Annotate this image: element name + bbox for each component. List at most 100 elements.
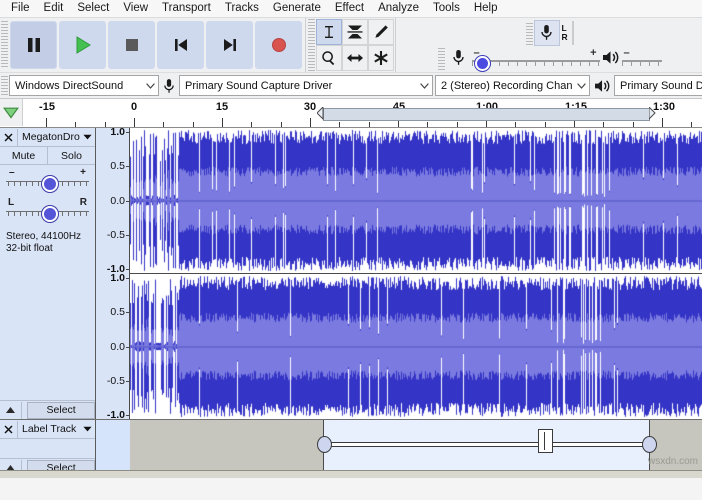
- gain-slider[interactable]: – +: [6, 167, 89, 192]
- playback-device-select[interactable]: Primary Sound D: [614, 75, 702, 96]
- recording-device-select[interactable]: Primary Sound Capture Driver: [179, 75, 433, 96]
- pan-right-label: R: [79, 197, 87, 208]
- close-icon: [4, 133, 13, 141]
- label-selection-region[interactable]: [323, 420, 650, 477]
- label-track-header: Label Track: [0, 420, 95, 439]
- tools-toolbar: [306, 18, 396, 72]
- label-track-name-dropdown[interactable]: Label Track: [18, 423, 95, 435]
- record-icon: [271, 38, 286, 52]
- ruler-label: 1:30: [652, 101, 676, 113]
- mixer-toolbar: – + –: [437, 44, 662, 71]
- recording-meter-grip[interactable]: [525, 23, 533, 45]
- timeline-ruler[interactable]: -15 0 15 30 45 1:00 1:15 1:30: [0, 99, 702, 128]
- track-footer: Select: [0, 400, 95, 419]
- label-track-left-margin: [96, 420, 130, 477]
- ruler-major-tick: [310, 118, 311, 127]
- play-button[interactable]: [59, 21, 106, 69]
- track-format-line-1: Stereo, 44100Hz: [6, 231, 82, 242]
- track-name-dropdown[interactable]: MegatonDro: [18, 131, 95, 143]
- bottom-status-bar: [0, 470, 702, 478]
- recording-meter-scale[interactable]: -54-48-42Click to Start Monitori: [571, 20, 574, 45]
- menu-item-view[interactable]: View: [116, 0, 155, 17]
- menu-item-tracks[interactable]: Tracks: [218, 0, 266, 17]
- menu-item-select[interactable]: Select: [70, 0, 116, 17]
- mute-button[interactable]: Mute: [0, 147, 48, 164]
- multi-tool[interactable]: [368, 45, 394, 71]
- recording-volume-thumb[interactable]: [474, 55, 490, 71]
- pan-slider[interactable]: L R: [6, 197, 89, 222]
- track-name-label: MegatonDro: [22, 131, 80, 143]
- ruler-minor-tick: [369, 122, 370, 127]
- audio-host-select[interactable]: Windows DirectSound: [9, 75, 159, 96]
- ruler-minor-tick: [457, 122, 458, 127]
- playback-device-value: Primary Sound D: [620, 79, 702, 92]
- meter-channel-right: R: [561, 31, 568, 42]
- label-handle-end[interactable]: [642, 436, 657, 453]
- playback-volume-minus-label: –: [623, 46, 630, 59]
- menu-item-help[interactable]: Help: [467, 0, 505, 17]
- play-region-end-handle[interactable]: [649, 107, 656, 120]
- vertical-ruler-tick: [126, 278, 129, 279]
- left-right-arrow-icon: [347, 54, 363, 62]
- vertical-ruler-tick: [126, 269, 129, 270]
- envelope-tool[interactable]: [342, 19, 368, 45]
- draw-tool[interactable]: [368, 19, 394, 45]
- solo-button[interactable]: Solo: [48, 147, 95, 164]
- timeshift-tool[interactable]: [342, 45, 368, 71]
- vertical-ruler-left: 1.0 0.5 0.0 -0.5 -1.0 1.0 0.5 0.0 -0.5 -1.0: [96, 126, 130, 421]
- label-track-body[interactable]: wsxdn.com: [96, 420, 702, 477]
- meter-channel-labels: L R: [561, 23, 571, 42]
- play-region-start-handle[interactable]: [317, 107, 324, 120]
- recording-meter-mic-button[interactable]: [533, 19, 560, 46]
- skip-to-end-button[interactable]: [206, 21, 253, 69]
- menu-item-analyze[interactable]: Analyze: [371, 0, 426, 17]
- close-track-button[interactable]: [0, 128, 18, 146]
- menu-item-generate[interactable]: Generate: [266, 0, 328, 17]
- transport-toolbar-grip[interactable]: [1, 21, 8, 69]
- recording-channels-value: 2 (Stereo) Recording Chan: [441, 79, 573, 92]
- quick-play-button[interactable]: [0, 99, 23, 126]
- skip-to-start-button[interactable]: [157, 21, 204, 69]
- menu-item-file[interactable]: File: [4, 0, 37, 17]
- playback-volume-slider[interactable]: –: [621, 46, 662, 68]
- ruler-major-tick: [46, 118, 47, 127]
- record-button[interactable]: [255, 21, 302, 69]
- recording-channels-select[interactable]: 2 (Stereo) Recording Chan: [435, 75, 590, 96]
- meter-and-mixer-toolbars: L R -54-48-42Click to Start Monitori –: [396, 18, 702, 72]
- vertical-ruler-label: 1.0: [110, 126, 125, 138]
- audio-host-value: Windows DirectSound: [15, 79, 124, 92]
- label-track-name-label: Label Track: [22, 423, 77, 435]
- play-region-bar[interactable]: [323, 108, 650, 121]
- selection-tool[interactable]: [316, 19, 342, 45]
- label-text-cursor[interactable]: [537, 429, 553, 453]
- ruler-minor-tick: [545, 122, 546, 127]
- menu-item-tools[interactable]: Tools: [426, 0, 467, 17]
- track-select-button[interactable]: Select: [27, 401, 95, 419]
- track-menu-caret-icon: [83, 131, 92, 143]
- label-handle-start[interactable]: [317, 436, 332, 453]
- ruler-minor-tick: [251, 122, 252, 127]
- ruler-minor-tick: [281, 122, 282, 127]
- menu-item-edit[interactable]: Edit: [37, 0, 71, 17]
- ruler-major-tick: [662, 118, 663, 127]
- device-toolbar-grip[interactable]: [1, 76, 8, 97]
- envelope-icon: [347, 25, 363, 39]
- mixer-toolbar-grip[interactable]: [437, 48, 445, 70]
- menu-item-effect[interactable]: Effect: [328, 0, 371, 17]
- menu-item-transport[interactable]: Transport: [155, 0, 218, 17]
- mute-solo-row: Mute Solo: [0, 147, 95, 165]
- stop-button[interactable]: [108, 21, 155, 69]
- tools-toolbar-grip[interactable]: [308, 19, 315, 71]
- waveform-display[interactable]: [130, 128, 702, 419]
- collapse-up-button[interactable]: [0, 401, 23, 419]
- device-toolbar: Windows DirectSound Primary Sound Captur…: [0, 72, 702, 99]
- zoom-tool[interactable]: [316, 45, 342, 71]
- close-label-track-button[interactable]: [0, 420, 18, 438]
- pause-button[interactable]: [10, 21, 57, 69]
- track-control-panel: MegatonDro Mute Solo – + L R Stereo, 441…: [0, 128, 96, 419]
- waveform-channel-left[interactable]: [130, 128, 702, 273]
- waveform-channel-right[interactable]: [130, 273, 702, 419]
- ruler-minor-tick: [163, 122, 164, 127]
- recording-volume-slider[interactable]: – +: [471, 47, 600, 71]
- track-menu-caret-icon: [83, 423, 92, 435]
